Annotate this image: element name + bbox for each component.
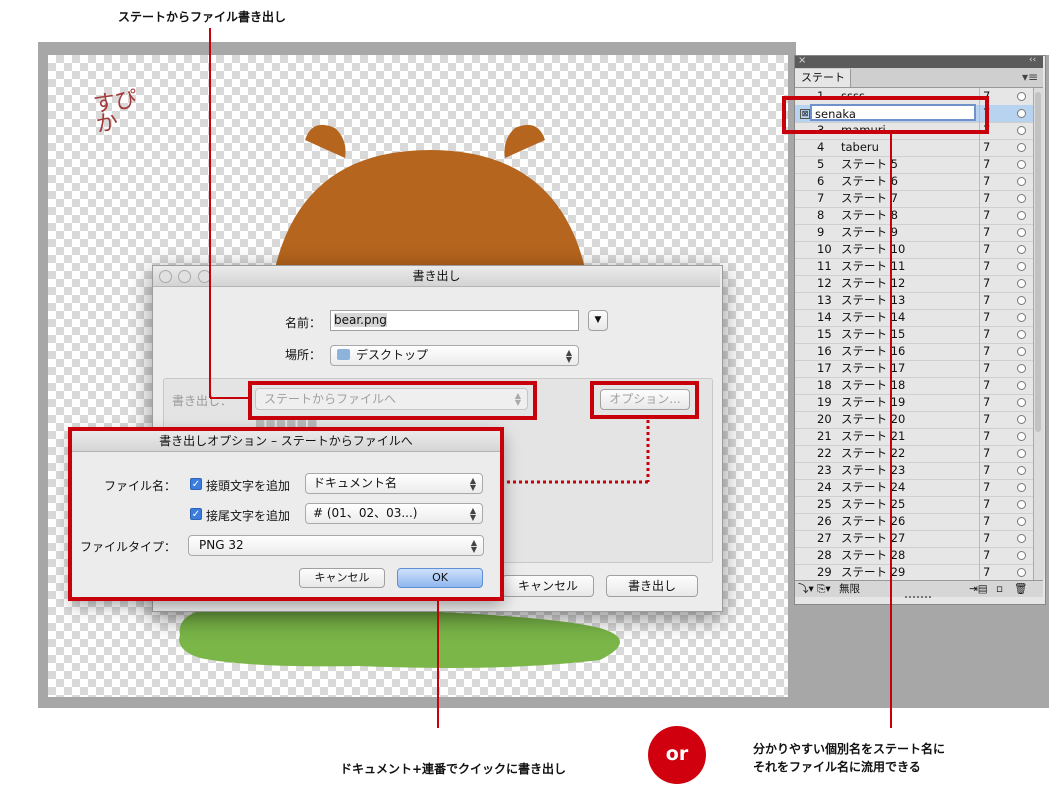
bottom-caption: ドキュメント+連番でクイックに書き出し — [340, 762, 567, 776]
right-caption-line2: それをファイル名に流用できる — [753, 760, 921, 774]
or-badge: or — [648, 726, 706, 784]
annotation-connectors — [209, 28, 892, 728]
right-caption: 分かりやすい個別名をステート名に それをファイル名に流用できる — [753, 740, 945, 776]
right-caption-line1: 分かりやすい個別名をステート名に — [753, 742, 946, 756]
top-caption: ステートからファイル書き出し — [118, 10, 287, 24]
